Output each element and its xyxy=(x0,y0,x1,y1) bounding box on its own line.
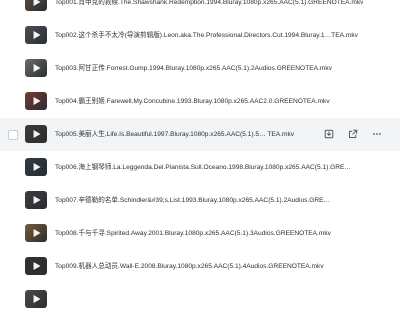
play-icon xyxy=(33,229,41,237)
video-thumbnail[interactable] xyxy=(25,125,47,143)
file-row[interactable]: Top001.肖申克的救赎.The.Shawshank.Redemption.1… xyxy=(0,0,400,19)
play-icon xyxy=(33,163,41,171)
file-name[interactable]: Top004.霸王别姬.Farewell.My.Concubine.1993.B… xyxy=(55,85,330,118)
play-icon xyxy=(33,0,41,6)
video-thumbnail[interactable] xyxy=(25,59,47,77)
file-row[interactable]: Top008.千与千寻.Spirited.Away.2001.Bluray.10… xyxy=(0,217,400,250)
file-row[interactable]: Top003.阿甘正传.Forrest.Gump.1994.Bluray.108… xyxy=(0,52,400,85)
file-list: Top001.肖申克的救赎.The.Shawshank.Redemption.1… xyxy=(0,0,400,316)
video-thumbnail[interactable] xyxy=(25,224,47,242)
file-row[interactable] xyxy=(0,283,400,316)
file-row[interactable]: Top006.海上钢琴师.La.Leggenda.Del.Pianista.Su… xyxy=(0,151,400,184)
video-thumbnail[interactable] xyxy=(25,290,47,308)
row-checkbox[interactable] xyxy=(8,130,18,140)
file-row[interactable]: Top005.美丽人生.Life.Is.Beautiful.1997.Blura… xyxy=(0,118,400,151)
video-thumbnail[interactable] xyxy=(25,0,47,11)
file-name[interactable]: Top008.千与千寻.Spirited.Away.2001.Bluray.10… xyxy=(55,217,331,250)
play-icon xyxy=(33,64,41,72)
play-icon xyxy=(33,97,41,105)
play-icon xyxy=(33,31,41,39)
video-thumbnail[interactable] xyxy=(25,257,47,275)
video-thumbnail[interactable] xyxy=(25,26,47,44)
file-name[interactable]: Top007.辛德勒的名单.Schindler&#39;s.List.1993.… xyxy=(55,184,330,217)
video-thumbnail[interactable] xyxy=(25,158,47,176)
play-icon xyxy=(33,196,41,204)
video-thumbnail[interactable] xyxy=(25,92,47,110)
file-row[interactable]: Top002.这个杀手不太冷(导演剪辑版).Leon.aka.The.Profe… xyxy=(0,19,400,52)
row-actions xyxy=(322,127,384,141)
video-thumbnail[interactable] xyxy=(25,191,47,209)
file-row[interactable]: Top007.辛德勒的名单.Schindler&#39;s.List.1993.… xyxy=(0,184,400,217)
file-row[interactable]: Top009.机器人总动员.Wall-E.2008.Bluray.1080p.x… xyxy=(0,250,400,283)
share-icon[interactable] xyxy=(346,127,360,141)
more-icon[interactable] xyxy=(370,127,384,141)
file-name[interactable]: Top001.肖申克的救赎.The.Shawshank.Redemption.1… xyxy=(55,0,363,19)
file-name[interactable]: Top003.阿甘正传.Forrest.Gump.1994.Bluray.108… xyxy=(55,52,332,85)
play-icon xyxy=(33,262,41,270)
play-icon xyxy=(33,130,41,138)
file-name[interactable]: Top006.海上钢琴师.La.Leggenda.Del.Pianista.Su… xyxy=(55,151,351,184)
file-row[interactable]: Top004.霸王别姬.Farewell.My.Concubine.1993.B… xyxy=(0,85,400,118)
file-name[interactable]: Top002.这个杀手不太冷(导演剪辑版).Leon.aka.The.Profe… xyxy=(55,19,358,52)
play-icon xyxy=(33,295,41,303)
file-name[interactable]: Top009.机器人总动员.Wall-E.2008.Bluray.1080p.x… xyxy=(55,250,324,283)
download-icon[interactable] xyxy=(322,127,336,141)
file-name[interactable]: Top005.美丽人生.Life.Is.Beautiful.1997.Blura… xyxy=(55,118,294,151)
